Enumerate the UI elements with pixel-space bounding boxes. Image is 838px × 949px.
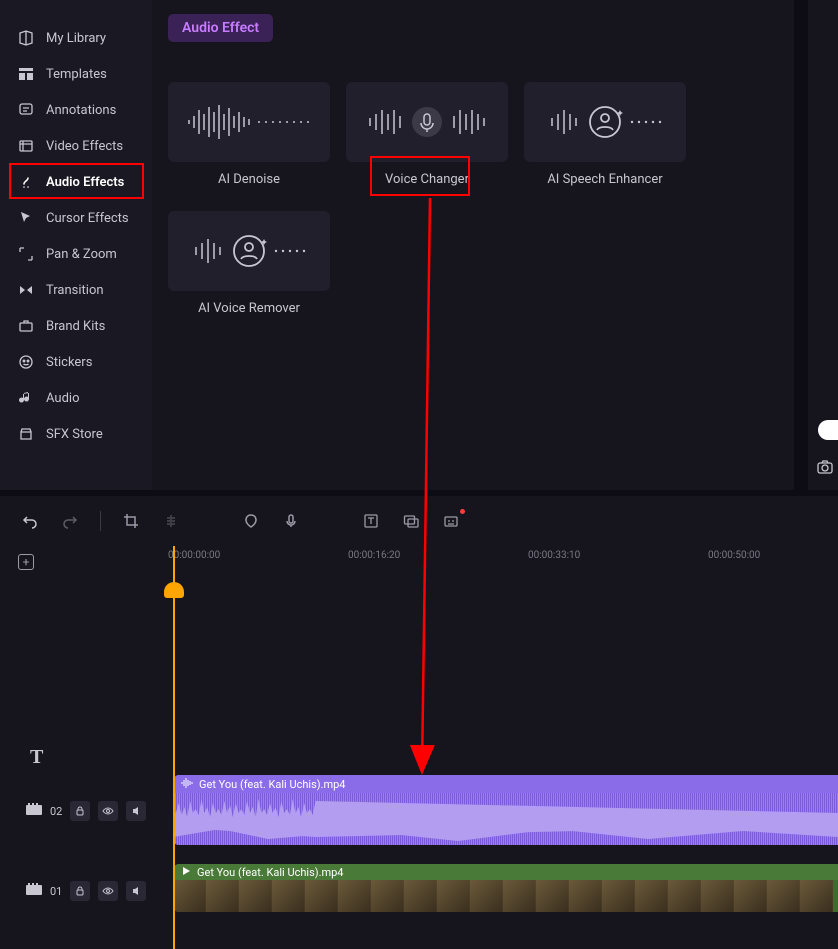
playhead[interactable] (173, 546, 175, 949)
effect-ai-denoise[interactable]: AI Denoise (168, 82, 330, 187)
brand-kits-icon (18, 318, 34, 334)
video-effects-icon (18, 138, 34, 154)
clip-filename: Get You (feat. Kali Uchis).mp4 (199, 778, 345, 791)
sidebar-item-label: Pan & Zoom (46, 247, 117, 262)
caption-generator-button[interactable] (441, 511, 461, 531)
effect-ai-voice-remover[interactable]: AI Voice Remover (168, 211, 330, 316)
sidebar-item-label: Video Effects (46, 139, 123, 154)
sidebar: My Library Templates Annotations Video E… (0, 0, 152, 490)
pan-zoom-icon (18, 246, 34, 262)
sidebar-item-stickers[interactable]: Stickers (0, 344, 152, 380)
sidebar-item-label: Cursor Effects (46, 211, 129, 226)
sidebar-item-label: Stickers (46, 355, 92, 370)
voice-changer-thumb (346, 82, 508, 162)
crop-button[interactable] (121, 511, 141, 531)
audio-effects-icon (18, 174, 34, 190)
templates-icon (18, 66, 34, 82)
redo-button[interactable] (60, 511, 80, 531)
audio-clip[interactable]: Get You (feat. Kali Uchis).mp4 (173, 775, 838, 845)
sidebar-item-annotations[interactable]: Annotations (0, 92, 152, 128)
mute-track-button[interactable] (126, 881, 146, 901)
sidebar-item-cursor-effects[interactable]: Cursor Effects (0, 200, 152, 236)
sidebar-item-label: Audio (46, 391, 79, 406)
sidebar-item-my-library[interactable]: My Library (0, 20, 152, 56)
sidebar-item-label: Templates (46, 67, 107, 82)
right-panel-strip (808, 0, 838, 490)
stickers-icon (18, 354, 34, 370)
sidebar-item-label: Transition (46, 283, 104, 298)
sidebar-item-audio-effects[interactable]: Audio Effects (0, 164, 152, 200)
lock-track-button[interactable] (70, 881, 90, 901)
sidebar-item-transition[interactable]: Transition (0, 272, 152, 308)
ai-denoise-thumb (168, 82, 330, 162)
lock-track-button[interactable] (70, 801, 90, 821)
text-button[interactable] (361, 511, 381, 531)
audio-wave-icon (181, 778, 193, 791)
audio-icon (18, 390, 34, 406)
camera-icon[interactable] (816, 458, 834, 480)
cursor-effects-icon (18, 210, 34, 226)
subtitle-button[interactable] (401, 511, 421, 531)
ruler-mark: 00:00:33:10 (528, 550, 580, 561)
effect-label: AI Voice Remover (168, 301, 330, 316)
sidebar-item-label: SFX Store (46, 427, 103, 442)
voice-record-button[interactable] (281, 511, 301, 531)
toggle-visibility-button[interactable] (98, 801, 118, 821)
track-number: 01 (50, 885, 62, 898)
track-type-icon (26, 803, 42, 820)
toggle-visibility-button[interactable] (98, 881, 118, 901)
sidebar-item-label: Brand Kits (46, 319, 105, 334)
sidebar-item-label: My Library (46, 31, 106, 46)
video-clip[interactable]: Get You (feat. Kali Uchis).mp4 (173, 864, 838, 912)
expand-right-panel[interactable] (818, 420, 838, 440)
effect-ai-speech-enhancer[interactable]: AI Speech Enhancer (524, 82, 686, 187)
sidebar-item-video-effects[interactable]: Video Effects (0, 128, 152, 164)
mute-track-button[interactable] (126, 801, 146, 821)
track-number: 02 (50, 805, 62, 818)
sidebar-item-label: Annotations (46, 103, 116, 118)
person-wave-icon (184, 229, 314, 273)
marker-button[interactable] (241, 511, 261, 531)
sidebar-item-brand-kits[interactable]: Brand Kits (0, 308, 152, 344)
sidebar-item-templates[interactable]: Templates (0, 56, 152, 92)
timeline: + 00:00:00:00 00:00:16:20 00:00:33:10 00… (0, 546, 838, 949)
effects-panel: Audio Effect AI Denoise (152, 0, 794, 490)
effect-label: AI Speech Enhancer (524, 172, 686, 187)
ruler-mark: 00:00:00:00 (168, 550, 220, 561)
transition-icon (18, 282, 34, 298)
person-wave-icon (540, 100, 670, 144)
panel-title-badge: Audio Effect (168, 14, 273, 42)
sidebar-item-pan-zoom[interactable]: Pan & Zoom (0, 236, 152, 272)
mic-wave-icon (362, 100, 492, 144)
play-icon (181, 866, 191, 879)
waveform-icon (184, 102, 314, 142)
annotations-icon (18, 102, 34, 118)
audio-waveform (173, 793, 838, 845)
sidebar-item-label: Audio Effects (46, 175, 124, 190)
sidebar-item-audio[interactable]: Audio (0, 380, 152, 416)
effect-voice-changer[interactable]: Voice Changer (346, 82, 508, 187)
undo-button[interactable] (20, 511, 40, 531)
add-track-button[interactable]: + (18, 554, 34, 570)
sfx-store-icon (18, 426, 34, 442)
sidebar-item-sfx-store[interactable]: SFX Store (0, 416, 152, 452)
ruler-mark: 00:00:16:20 (348, 550, 400, 561)
effect-label: Voice Changer (346, 172, 508, 187)
timeline-toolbar (0, 496, 838, 546)
video-thumbnails (173, 880, 838, 912)
speech-enhancer-thumb (524, 82, 686, 162)
effect-label: AI Denoise (168, 172, 330, 187)
text-track-icon[interactable]: T (30, 746, 43, 769)
split-button[interactable] (161, 511, 181, 531)
ruler-mark: 00:00:50:00 (708, 550, 760, 561)
timeline-ruler[interactable]: 00:00:00:00 00:00:16:20 00:00:33:10 00:0… (168, 546, 838, 570)
voice-remover-thumb (168, 211, 330, 291)
clip-filename: Get You (feat. Kali Uchis).mp4 (197, 866, 343, 879)
library-icon (18, 30, 34, 46)
track-type-icon (26, 883, 42, 900)
